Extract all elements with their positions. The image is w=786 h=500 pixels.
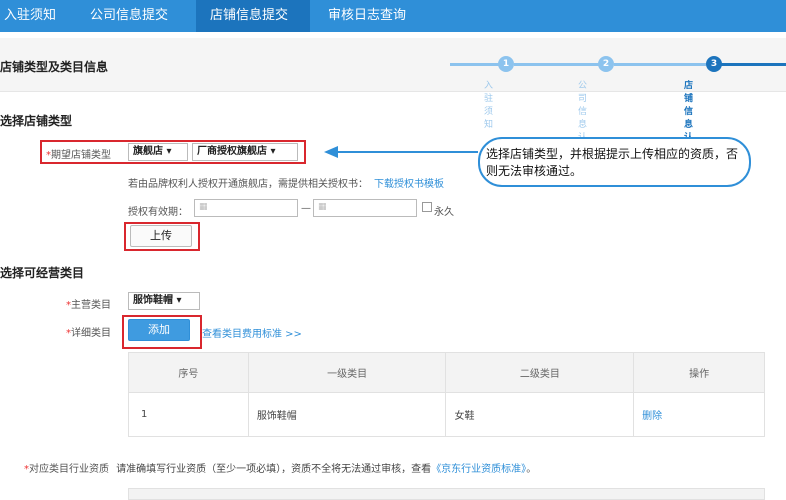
category-table: 序号 一级类目 二级类目 操作 1 服饰鞋帽 女鞋 删除 [128,352,765,437]
column-header: 二级类目 [445,352,635,393]
step-dot: 1 [498,56,514,72]
nav-tab-company[interactable]: 公司信息提交 [90,0,190,32]
store-type-select[interactable]: 旗舰店 ▾ [128,143,188,161]
step-label: 入驻须知 [484,81,494,130]
nav-tab-notice[interactable]: 入驻须知 [4,0,82,32]
table-row: 1 服饰鞋帽 女鞋 删除 [128,392,765,437]
upload-label: 上传 [150,229,172,242]
category-heading: 选择可经营类目 [0,266,85,280]
qualification-suffix: 。 [526,464,537,475]
store-subtype-select[interactable]: 厂商授权旗舰店 ▾ [192,143,298,161]
range-separator: — [301,203,311,214]
dropdown-arrow-icon: ▾ [176,295,182,306]
nav-tab-label: 审核日志查询 [328,8,407,23]
detail-category-label: *详细类目 [66,328,111,339]
add-label: 添加 [148,323,170,336]
top-nav: 入驻须知 公司信息提交 店铺信息提交 审核日志查询 [0,0,786,32]
qualification-standard-link[interactable]: 《京东行业资质标准》 [431,464,526,475]
step-dot-current: 3 [706,56,722,72]
upload-button[interactable]: 上传 [130,225,192,247]
qualification-row: *对应类目行业资质 请准确填写行业资质（至少一项必填），资质不全将无法通过审核，… [24,464,537,475]
permanent-checkbox[interactable] [422,202,432,212]
select-value: 旗舰店 [133,146,163,157]
validity-label: 授权有效期： [128,207,188,218]
qualification-text: 请准确填写行业资质（至少一项必填），资质不全将无法通过审核，查看 [116,464,432,475]
calendar-icon: ▦ [199,202,208,212]
nav-tab-store[interactable]: 店铺信息提交 [196,0,310,32]
callout-bubble: 选择店铺类型，并根据提示上传相应的资质，否则无法审核通过。 [478,137,751,187]
cell-level2: 女鞋 [445,392,635,437]
validity-end-input[interactable]: ▦ [313,199,417,217]
step-line [714,63,786,66]
step-line [614,63,706,66]
step-line [514,63,606,66]
cell-level1: 服饰鞋帽 [247,392,447,437]
permanent-label: 永久 [434,207,454,218]
column-header: 操作 [633,352,765,393]
callout-text: 选择店铺类型，并根据提示上传相应的资质，否则无法审核通过。 [486,147,739,178]
column-header: 序号 [128,352,249,393]
fee-standard-link[interactable]: 查看类目费用标准 >> [202,325,302,340]
column-header: 一级类目 [247,352,447,393]
dropdown-arrow-icon: ▾ [270,146,276,157]
add-category-button[interactable]: 添加 [128,319,190,341]
cell-action: 删除 [633,392,765,437]
store-type-heading: 选择店铺类型 [0,114,73,128]
main-category-select[interactable]: 服饰鞋帽 ▾ [128,292,200,310]
table-header-row: 序号 一级类目 二级类目 操作 [128,352,765,393]
panel-title: 店铺类型及类目信息 [0,60,109,74]
step-dot: 2 [598,56,614,72]
qualification-label: 对应类目行业资质 [29,464,109,475]
hint-text: 若由品牌权利人授权开通旗舰店，需提供相关授权书： [128,179,368,190]
authorization-hint: 若由品牌权利人授权开通旗舰店，需提供相关授权书： 下载授权书模板 [128,175,444,190]
download-template-link[interactable]: 下载授权书模板 [374,179,444,190]
qualification-table [128,488,765,500]
arrow-left-icon [324,146,478,158]
select-value: 服饰鞋帽 [133,295,173,306]
validity-start-input[interactable]: ▦ [194,199,298,217]
cell-no: 1 [128,392,249,437]
main-category-label: *主营类目 [66,300,111,311]
nav-tab-label: 公司信息提交 [90,8,169,23]
nav-tab-audit-log[interactable]: 审核日志查询 [328,0,438,32]
delete-link[interactable]: 删除 [642,411,662,422]
nav-tab-label: 店铺信息提交 [210,8,289,23]
calendar-icon: ▦ [318,202,327,212]
select-value: 厂商授权旗舰店 [197,146,267,157]
nav-tab-label: 入驻须知 [4,8,57,23]
dropdown-arrow-icon: ▾ [166,146,172,157]
